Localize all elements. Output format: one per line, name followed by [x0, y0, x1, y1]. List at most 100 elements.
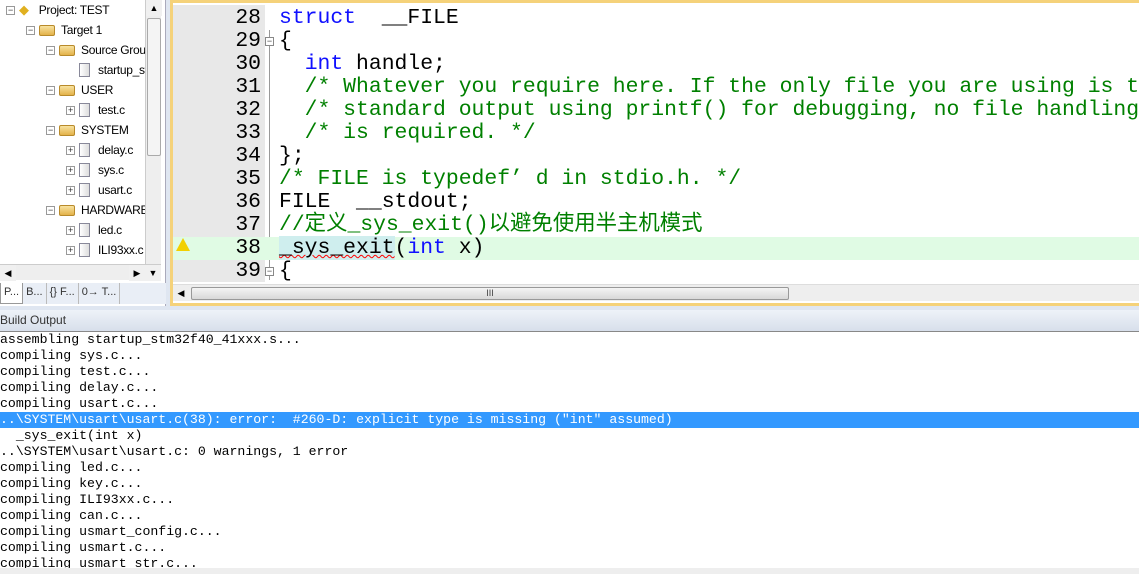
- code-line[interactable]: 28 struct __FILE: [173, 7, 1139, 30]
- project-tree: −◆Project: TEST−Target 1−Source Group−st…: [0, 0, 145, 264]
- collapse-icon[interactable]: −: [46, 45, 55, 55]
- collapse-icon[interactable]: −: [46, 85, 55, 95]
- build-output-line[interactable]: compiling usmart_config.c...: [0, 524, 1139, 540]
- tree-item[interactable]: − SYSTEM: [46, 120, 129, 140]
- expand-icon[interactable]: +: [66, 145, 75, 155]
- line-number: 32: [235, 98, 261, 122]
- line-number: 37: [235, 213, 261, 237]
- code-token: (: [394, 236, 408, 260]
- error-marker-icon: [176, 238, 190, 251]
- code-token: //定义_sys_exit()以避免使用半主机模式: [279, 213, 703, 237]
- build-output-line[interactable]: compiling can.c...: [0, 508, 1139, 524]
- tree-item[interactable]: + ILI93xx.c: [66, 240, 144, 260]
- tree-item[interactable]: + sys.c: [66, 160, 124, 180]
- build-output-line[interactable]: _sys_exit(int x): [0, 428, 1139, 444]
- panel-tab[interactable]: 0→ T...: [79, 283, 121, 304]
- build-output-line[interactable]: compiling sys.c...: [0, 348, 1139, 364]
- build-output-line[interactable]: compiling ILI93xx.c...: [0, 492, 1139, 508]
- code-token: __FILE: [356, 6, 459, 30]
- code-text: {: [279, 260, 292, 283]
- collapse-icon[interactable]: −: [26, 25, 35, 35]
- code-token: struct: [279, 6, 357, 30]
- build-output-log[interactable]: assembling startup_stm32f40_41xxx.s... co…: [0, 332, 1139, 572]
- file-icon: [79, 163, 90, 177]
- code-text: /* is required. */: [279, 122, 536, 145]
- tree-item[interactable]: − USER: [46, 80, 113, 100]
- collapse-icon[interactable]: −: [6, 5, 15, 15]
- tree-item[interactable]: + test.c: [66, 100, 125, 120]
- build-output-line[interactable]: compiling usart.c...: [0, 396, 1139, 412]
- build-output-line[interactable]: assembling startup_stm32f40_41xxx.s...: [0, 332, 1139, 348]
- code-line[interactable]: 32 /* standard output using printf() for…: [173, 99, 1139, 122]
- file-icon: [79, 143, 90, 157]
- code-line[interactable]: 30 int handle;: [173, 53, 1139, 76]
- expand-icon[interactable]: +: [66, 225, 75, 235]
- tree-vertical-scrollbar[interactable]: ▲: [145, 0, 162, 264]
- fold-toggle-icon[interactable]: −: [265, 267, 274, 276]
- tree-item-label: delay.c: [98, 143, 134, 157]
- expand-icon[interactable]: +: [66, 245, 75, 255]
- panel-tab[interactable]: {} F...: [47, 283, 79, 304]
- scroll-left-button[interactable]: ◀: [0, 265, 16, 281]
- tree-item[interactable]: − HARDWARE: [46, 200, 145, 220]
- tree-item-label: startup_stm32f40_41xxx.s: [98, 63, 145, 77]
- code-token: int: [304, 52, 344, 76]
- expand-icon[interactable]: +: [66, 105, 75, 115]
- build-output-line[interactable]: compiling delay.c...: [0, 380, 1139, 396]
- tree-item-label: test.c: [98, 103, 125, 117]
- build-output-panel: Build Output assembling startup_stm32f40…: [0, 310, 1139, 574]
- tree-horizontal-scrollbar[interactable]: ◀ ▶ ▼: [0, 264, 161, 281]
- tree-item[interactable]: + delay.c: [66, 140, 133, 160]
- code-line[interactable]: 29−{: [173, 30, 1139, 53]
- line-number: 39: [235, 259, 261, 283]
- code-token: };: [279, 144, 305, 168]
- tree-item-label: ILI93xx.c: [98, 243, 144, 257]
- code-line[interactable]: 38 _sys_exit(int x): [173, 236, 1139, 260]
- fold-toggle-icon[interactable]: −: [265, 37, 274, 46]
- scroll-right-button[interactable]: ▶: [129, 265, 145, 281]
- build-output-line[interactable]: ..\SYSTEM\usart\usart.c: 0 warnings, 1 e…: [0, 444, 1139, 460]
- line-number: 28: [235, 6, 261, 30]
- build-output-line[interactable]: compiling test.c...: [0, 364, 1139, 380]
- build-output-line[interactable]: compiling usmart.c...: [0, 540, 1139, 556]
- code-token: /* is required. */: [279, 121, 536, 145]
- code-line[interactable]: 37 //定义_sys_exit()以避免使用半主机模式: [173, 214, 1139, 237]
- build-output-scrollbar[interactable]: [0, 568, 1139, 574]
- code-line[interactable]: 34};: [173, 145, 1139, 168]
- editor-horizontal-scrollbar[interactable]: ◀ III: [173, 284, 1139, 301]
- expand-icon[interactable]: +: [66, 185, 75, 195]
- panel-tab[interactable]: B...: [23, 283, 47, 304]
- panel-tab[interactable]: P...: [0, 283, 24, 304]
- code-text: //定义_sys_exit()以避免使用半主机模式: [279, 214, 703, 237]
- collapse-icon[interactable]: −: [46, 205, 55, 215]
- code-token: int: [407, 236, 446, 260]
- code-text: _sys_exit(int x): [279, 236, 484, 260]
- scroll-thumb[interactable]: III: [191, 287, 789, 300]
- scroll-down-button[interactable]: ▼: [145, 265, 161, 281]
- code-line[interactable]: 35 /* FILE is typedef’ d in stdio.h. */: [173, 168, 1139, 191]
- build-output-line[interactable]: ..\SYSTEM\usart\usart.c(38): error: #260…: [0, 412, 1139, 428]
- code-line[interactable]: 36 FILE __stdout;: [173, 191, 1139, 214]
- build-output-line[interactable]: compiling led.c...: [0, 460, 1139, 476]
- scroll-left-button[interactable]: ◀: [173, 285, 189, 302]
- tree-item[interactable]: + usart.c: [66, 180, 132, 200]
- folder-icon: [59, 84, 75, 96]
- code-line[interactable]: 31 /* Whatever you require here. If the …: [173, 76, 1139, 99]
- tree-item[interactable]: − ◆ Project: TEST: [6, 0, 110, 20]
- scroll-thumb[interactable]: [147, 18, 161, 156]
- tree-item-label: sys.c: [98, 163, 124, 177]
- build-output-line[interactable]: compiling key.c...: [0, 476, 1139, 492]
- tree-item[interactable]: + led.c: [66, 220, 122, 240]
- scroll-up-button[interactable]: ▲: [146, 0, 162, 16]
- code-editor[interactable]: 28 struct __FILE 29−{30 int handle; 31 /* W…: [170, 0, 1139, 306]
- code-line[interactable]: 33 /* is required. */: [173, 122, 1139, 145]
- code-line[interactable]: 39−{: [173, 260, 1139, 283]
- target-icon: [39, 24, 55, 36]
- expand-icon[interactable]: +: [66, 165, 75, 175]
- tree-item[interactable]: − Target 1: [26, 20, 102, 40]
- collapse-icon[interactable]: −: [46, 125, 55, 135]
- folder-icon: [59, 124, 75, 136]
- tree-item[interactable]: −startup_stm32f40_41xxx.s: [66, 60, 145, 80]
- tree-item[interactable]: − Source Group: [46, 40, 145, 60]
